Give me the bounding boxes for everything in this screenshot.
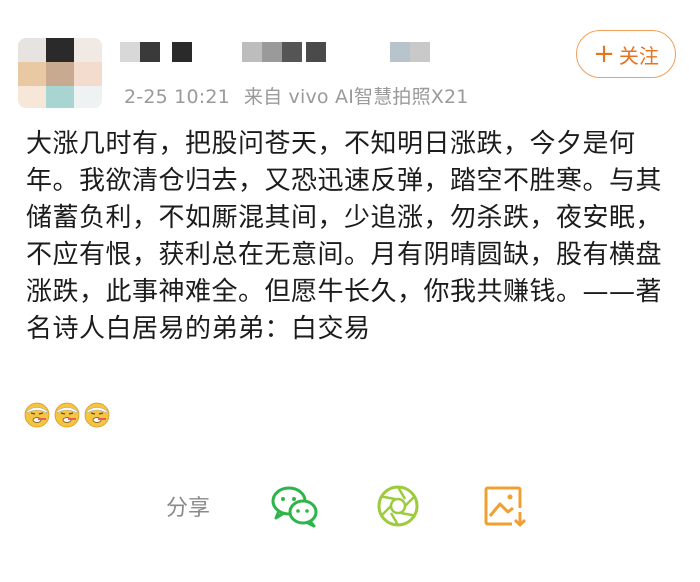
sick-face-emoji xyxy=(84,402,110,428)
wechat-icon[interactable] xyxy=(270,484,320,528)
follow-label: 关注 xyxy=(618,43,659,68)
moments-icon[interactable] xyxy=(376,484,420,528)
plus-icon: + xyxy=(593,39,615,69)
username-pixelated[interactable] xyxy=(120,42,440,64)
share-label: 分享 xyxy=(166,496,211,521)
emoji-row xyxy=(24,402,110,428)
sick-face-emoji xyxy=(54,402,80,428)
post-header: 2-25 10:21 来自 vivo AI智慧拍照X21 + 关注 xyxy=(0,0,700,120)
post-content: 大涨几时有，把股问苍天，不知明日涨跌，今夕是何年。我欲清仓归去，又恐迅速反弹，踏… xyxy=(26,129,663,344)
follow-button[interactable]: + 关注 xyxy=(576,30,676,78)
sick-face-emoji xyxy=(24,402,50,428)
post-source[interactable]: 来自 vivo AI智慧拍照X21 xyxy=(244,86,469,108)
share-bar: 分享 xyxy=(0,480,700,540)
post-timestamp: 2-25 10:21 xyxy=(124,86,230,108)
save-image-icon[interactable] xyxy=(482,484,526,528)
avatar[interactable] xyxy=(18,38,102,108)
post-meta: 2-25 10:21 来自 vivo AI智慧拍照X21 xyxy=(124,82,469,109)
